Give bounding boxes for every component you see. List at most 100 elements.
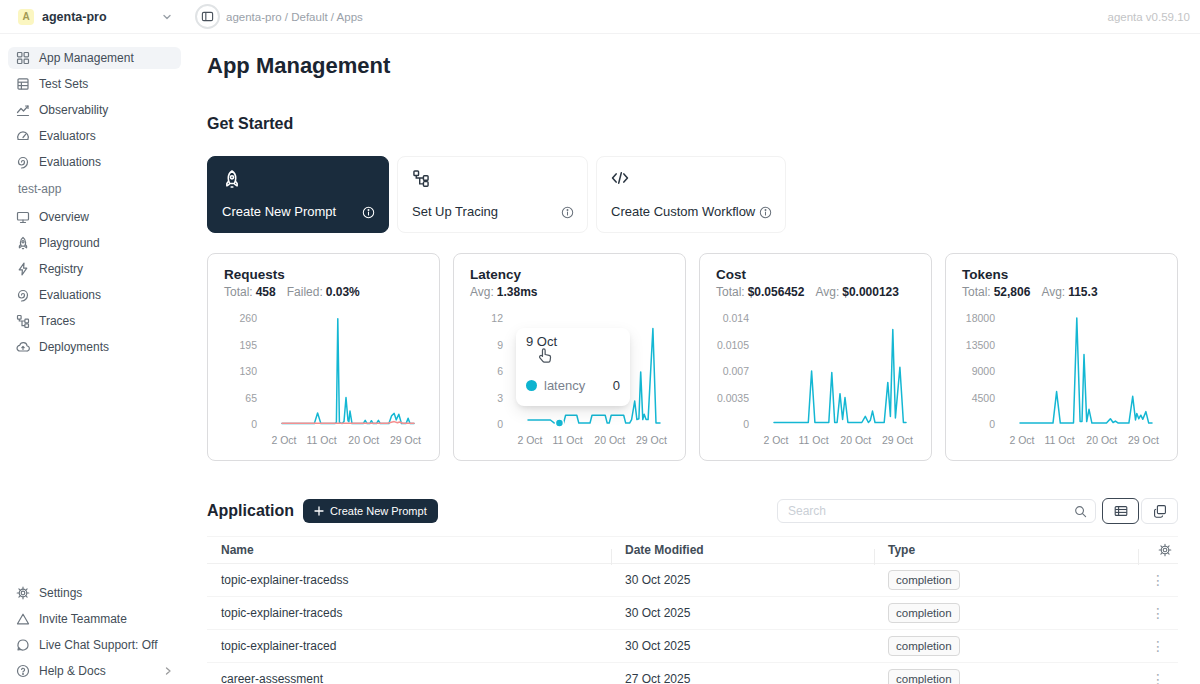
sidebar-item-label: Settings	[39, 586, 82, 600]
svg-text:11 Oct: 11 Oct	[799, 434, 829, 446]
sidebar-toggle-button[interactable]	[195, 4, 220, 29]
sidebar-item-test-sets[interactable]: Test Sets	[8, 73, 181, 95]
create-custom-workflow-card[interactable]: Create Custom Workflow	[596, 156, 786, 233]
sidebar-item-label: Registry	[39, 262, 83, 276]
chart-tooltip: 9 Oct latency 0	[516, 328, 630, 406]
cloud-icon	[16, 340, 30, 354]
cell-name: topic-explainer-traced	[207, 639, 611, 653]
sidebar-item-evaluations-app[interactable]: Evaluations	[8, 284, 181, 306]
table-row[interactable]: topic-explainer-traced 30 Oct 2025 compl…	[207, 630, 1178, 663]
info-icon[interactable]	[759, 206, 772, 219]
stat-cards: Requests Total:458 Failed:0.03% 260 195 13…	[207, 253, 1178, 461]
sidebar-item-evaluations[interactable]: Evaluations	[8, 151, 181, 173]
chart-line-icon	[16, 103, 30, 117]
sidebar-item-label: Deployments	[39, 340, 109, 354]
sidebar-item-invite-teammate[interactable]: Invite Teammate	[8, 608, 181, 630]
breadcrumb[interactable]: agenta-pro / Default / Apps	[226, 11, 363, 23]
chart-svg: 0.0140.01050.0070.003502 Oct11 Oct20 Oct…	[716, 306, 923, 453]
svg-text:29 Oct: 29 Oct	[1128, 434, 1159, 446]
sidebar-item-label: Overview	[39, 210, 89, 224]
gear-icon	[16, 586, 30, 600]
svg-text:11 Oct: 11 Oct	[307, 434, 337, 446]
column-header-name[interactable]: Name	[207, 543, 611, 557]
gear-icon[interactable]	[1158, 543, 1172, 557]
sidebar-item-deployments[interactable]: Deployments	[8, 336, 181, 358]
svg-text:11 Oct: 11 Oct	[553, 434, 583, 446]
sidebar-item-live-chat[interactable]: Live Chat Support: Off	[8, 634, 181, 656]
get-started-cards: Create New Prompt Set Up Tracing Create …	[207, 156, 786, 233]
stat-subtitle: Total:52,806 Avg:115.3	[962, 285, 1161, 300]
svg-text:195: 195	[239, 339, 257, 351]
table-row[interactable]: topic-explainer-traceds 30 Oct 2025 comp…	[207, 597, 1178, 630]
sidebar-item-help-docs[interactable]: Help & Docs	[8, 660, 181, 682]
create-new-prompt-card[interactable]: Create New Prompt	[207, 156, 389, 233]
card-view-toggle[interactable]	[1141, 498, 1178, 524]
sidebar-item-label: Evaluations	[39, 288, 101, 302]
cell-date: 30 Oct 2025	[611, 606, 874, 620]
create-new-prompt-button[interactable]: Create New Prompt	[303, 499, 438, 523]
cell-date: 30 Oct 2025	[611, 639, 874, 653]
svg-text:0.0035: 0.0035	[717, 392, 749, 404]
svg-text:2 Oct: 2 Oct	[763, 434, 788, 446]
stat-title: Tokens	[962, 267, 1161, 283]
column-header-type[interactable]: Type	[874, 543, 1138, 557]
tooltip-legend-row: latency 0	[526, 378, 620, 393]
sidebar-item-overview[interactable]: Overview	[8, 206, 181, 228]
row-menu-button[interactable]: ⋮	[1151, 671, 1165, 684]
sidebar-item-traces[interactable]: Traces	[8, 310, 181, 332]
svg-text:2 Oct: 2 Oct	[271, 434, 296, 446]
set-up-tracing-card[interactable]: Set Up Tracing	[397, 156, 588, 233]
svg-text:2 Oct: 2 Oct	[1009, 434, 1034, 446]
cell-name: topic-explainer-traceds	[207, 606, 611, 620]
cost-card: Cost Total:$0.056452 Avg:$0.000123 0.014…	[699, 253, 932, 461]
sidebar-item-evaluators[interactable]: Evaluators	[8, 125, 181, 147]
table-view-icon	[1114, 504, 1128, 518]
chart-svg: 2601951306502 Oct11 Oct20 Oct29 Oct	[224, 306, 431, 453]
table-view-toggle[interactable]	[1102, 498, 1139, 524]
svg-text:29 Oct: 29 Oct	[882, 434, 913, 446]
sidebar-item-registry[interactable]: Registry	[8, 258, 181, 280]
chat-bubble-icon	[16, 638, 30, 652]
row-menu-button[interactable]: ⋮	[1151, 605, 1165, 621]
stat-subtitle: Total:458 Failed:0.03%	[224, 285, 423, 300]
sidebar-item-app-management[interactable]: App Management	[8, 47, 181, 69]
sidebar-item-label: Invite Teammate	[39, 612, 127, 626]
table-row[interactable]: career-assessment 27 Oct 2025 completion…	[207, 663, 1178, 684]
info-icon[interactable]	[362, 206, 375, 219]
cell-name: topic-explainer-tracedss	[207, 573, 611, 587]
type-badge: completion	[888, 669, 960, 684]
stat-title: Requests	[224, 267, 423, 283]
svg-text:0: 0	[989, 418, 995, 430]
table-header: Name Date Modified Type	[207, 536, 1178, 564]
row-menu-button[interactable]: ⋮	[1151, 638, 1165, 654]
info-icon[interactable]	[561, 206, 574, 219]
requests-card: Requests Total:458 Failed:0.03% 260 195 13…	[207, 253, 440, 461]
type-badge: completion	[888, 570, 960, 590]
svg-text:260: 260	[239, 312, 257, 324]
sidebar-item-settings[interactable]: Settings	[8, 582, 181, 604]
sidebar-item-label: App Management	[39, 51, 134, 65]
sidebar-item-playground[interactable]: Playground	[8, 232, 181, 254]
legend-dot	[526, 380, 537, 391]
svg-text:130: 130	[239, 365, 257, 377]
rocket-icon	[16, 236, 30, 250]
row-menu-button[interactable]: ⋮	[1151, 572, 1165, 588]
search-input[interactable]	[788, 504, 1074, 518]
svg-text:0: 0	[251, 418, 257, 430]
column-header-date-modified[interactable]: Date Modified	[611, 543, 874, 557]
search-box[interactable]	[777, 499, 1096, 523]
svg-text:29 Oct: 29 Oct	[390, 434, 421, 446]
cell-date: 27 Oct 2025	[611, 672, 874, 684]
tokens-card: Tokens Total:52,806 Avg:115.3 1800013500…	[945, 253, 1178, 461]
org-switcher[interactable]: A agenta-pro	[0, 9, 185, 25]
stat-subtitle: Avg:1.38ms	[470, 285, 669, 300]
sidebar-item-label: Evaluators	[39, 129, 96, 143]
svg-text:2 Oct: 2 Oct	[517, 434, 542, 446]
svg-text:29 Oct: 29 Oct	[636, 434, 667, 446]
table-row[interactable]: topic-explainer-tracedss 30 Oct 2025 com…	[207, 564, 1178, 597]
sidebar: App Management Test Sets Observability E…	[0, 34, 185, 684]
help-icon	[16, 664, 30, 678]
monitor-icon	[16, 210, 30, 224]
sidebar-item-label: Playground	[39, 236, 100, 250]
sidebar-item-observability[interactable]: Observability	[8, 99, 181, 121]
